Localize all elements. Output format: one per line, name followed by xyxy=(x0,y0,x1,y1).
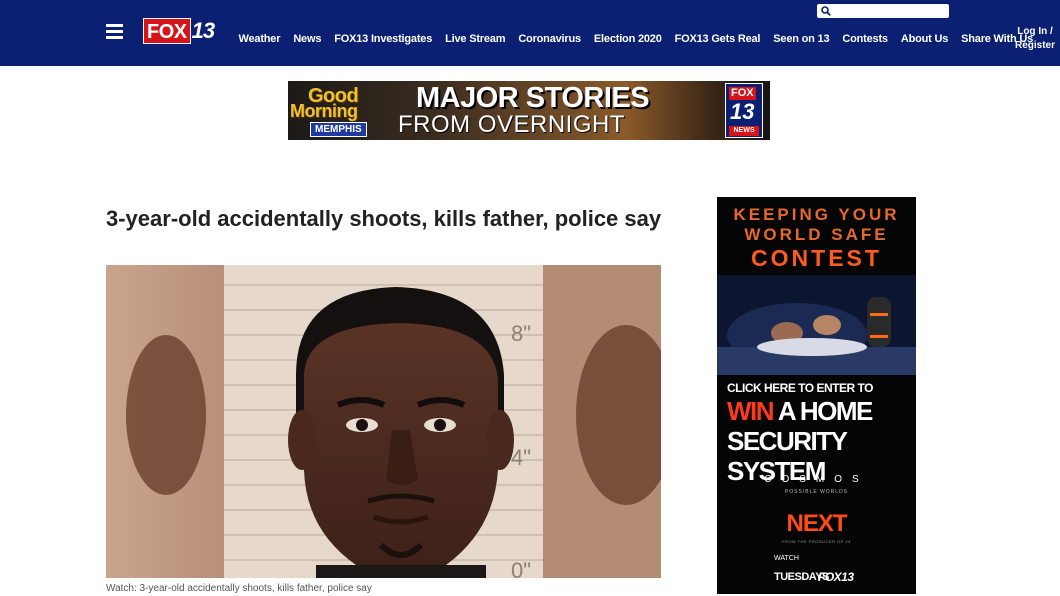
logo-fox: FOX xyxy=(143,18,191,44)
article-headline: 3-year-old accidentally shoots, kills fa… xyxy=(106,206,662,231)
ad-cosmos-brand: COSMOS xyxy=(764,474,869,485)
side-ad[interactable]: KEEPING YOUR WORLD SAFE CONTEST CLICK HE… xyxy=(717,197,916,594)
nav-news[interactable]: News xyxy=(287,33,328,45)
search-icon[interactable] xyxy=(821,6,831,16)
gm-morning-text: Morning xyxy=(290,101,358,121)
nav-weather[interactable]: Weather xyxy=(232,33,287,45)
mugshot-image: 8" 4" 0" xyxy=(106,265,661,578)
photo-caption: Watch: 3-year-old accidentally shoots, k… xyxy=(106,583,372,594)
ad-win-line: WIN A HOME xyxy=(727,396,874,426)
ad-fox13-logo: FOX13 xyxy=(818,570,854,584)
fox13-news-badge: FOX 13 NEWS xyxy=(725,83,763,138)
main-nav: Weather News FOX13 Investigates Live Str… xyxy=(232,33,1040,45)
ad-next-logo: NEXT xyxy=(786,510,847,537)
menu-icon[interactable] xyxy=(106,24,123,39)
site-header: FOX 13 Weather News FOX13 Investigates L… xyxy=(0,0,1060,66)
ad-watch: WATCH xyxy=(774,555,799,562)
article-photo[interactable]: 8" 4" 0" xyxy=(106,265,661,578)
banner-ad[interactable]: Good Morning MEMPHIS MAJOR STORIES FROM … xyxy=(288,81,770,140)
search-box[interactable] xyxy=(817,4,949,18)
nav-fox13-gets-real[interactable]: FOX13 Gets Real xyxy=(668,33,767,45)
banner-major-stories: MAJOR STORIES xyxy=(416,82,650,114)
badge-news: NEWS xyxy=(729,126,759,136)
ad-line-keeping-your: KEEPING YOUR xyxy=(733,205,900,224)
nav-contests[interactable]: Contests xyxy=(836,33,894,45)
banner-from-overnight: FROM OVERNIGHT xyxy=(398,111,625,138)
height-mark-4: 4" xyxy=(511,445,531,470)
search-input[interactable] xyxy=(835,4,947,18)
login-label: Log In / xyxy=(1017,26,1053,37)
ad-a-home: A HOME xyxy=(777,396,874,426)
logo-number: 13 xyxy=(191,18,216,43)
ad-win-word: WIN xyxy=(727,396,775,426)
nav-seen-on-13[interactable]: Seen on 13 xyxy=(767,33,836,45)
fox13-logo[interactable]: FOX 13 xyxy=(143,18,216,44)
nav-election-2020[interactable]: Election 2020 xyxy=(587,33,668,45)
login-register-link[interactable]: Log In / Register xyxy=(1010,25,1060,53)
good-morning-memphis-logo: Good Morning MEMPHIS xyxy=(290,84,392,137)
ad-line-contest: CONTEST xyxy=(751,245,882,271)
nav-fox13-investigates[interactable]: FOX13 Investigates xyxy=(328,33,439,45)
register-label: Register xyxy=(1014,40,1055,51)
ad-possible-worlds: POSSIBLE WORLDS xyxy=(784,489,849,495)
height-mark-0: 0" xyxy=(511,558,531,578)
ad-producer-credit: FROM THE PRODUCER OF 24 xyxy=(782,539,851,544)
ad-line-world-safe: WORLD SAFE xyxy=(744,225,889,244)
nav-coronavirus[interactable]: Coronavirus xyxy=(512,33,588,45)
height-mark-8: 8" xyxy=(511,321,531,346)
ad-bedroom-image xyxy=(717,275,916,375)
ad-click-here: CLICK HERE TO ENTER TO xyxy=(727,381,873,395)
nav-live-stream[interactable]: Live Stream xyxy=(439,33,512,45)
gm-memphis-text: MEMPHIS xyxy=(310,122,367,137)
nav-about-us[interactable]: About Us xyxy=(894,33,954,45)
badge-13: 13 xyxy=(730,99,755,124)
